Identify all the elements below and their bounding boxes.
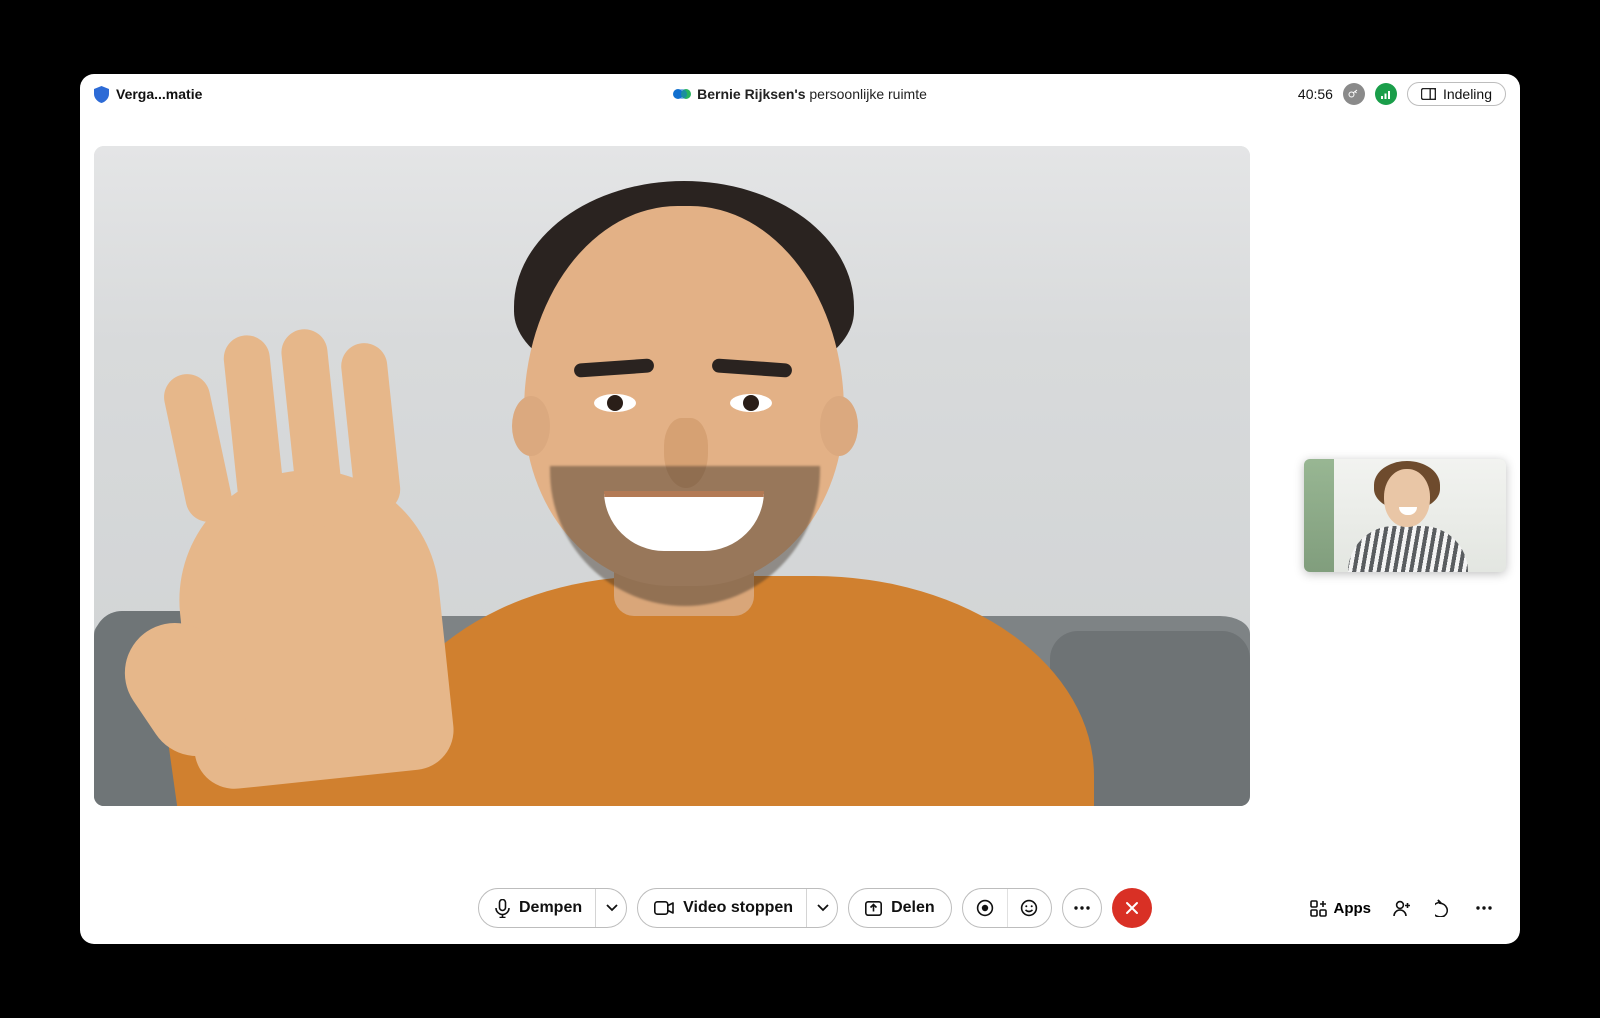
video-stage-area — [80, 114, 1520, 872]
share-screen-icon — [865, 901, 882, 916]
participants-icon — [1393, 900, 1413, 917]
apps-icon — [1310, 900, 1327, 917]
chevron-down-icon — [817, 904, 829, 912]
reactions-button[interactable] — [1007, 889, 1051, 927]
right-controls: Apps — [1310, 899, 1503, 917]
participants-button[interactable] — [1393, 900, 1413, 917]
center-controls: Dempen Video stoppen — [478, 888, 1152, 928]
apps-button[interactable]: Apps — [1310, 900, 1372, 917]
room-title[interactable]: Bernie Rijksen's persoonlijke ruimte — [697, 86, 927, 102]
webex-logo-icon — [673, 87, 691, 101]
layout-button[interactable]: Indeling — [1407, 82, 1506, 106]
top-bar-center: Bernie Rijksen's persoonlijke ruimte — [354, 86, 1246, 102]
record-button[interactable] — [963, 889, 1007, 927]
shield-icon — [94, 86, 109, 103]
record-icon — [976, 899, 994, 917]
room-owner-name: Bernie Rijksen's — [697, 86, 805, 102]
mute-label: Dempen — [519, 899, 582, 917]
video-options-caret[interactable] — [806, 889, 829, 927]
chat-button[interactable] — [1435, 899, 1454, 917]
microphone-icon — [495, 899, 510, 918]
more-horizontal-icon — [1074, 906, 1090, 910]
end-call-button[interactable] — [1112, 888, 1152, 928]
room-suffix: persoonlijke ruimte — [809, 86, 927, 102]
layout-button-label: Indeling — [1443, 86, 1492, 102]
video-label: Video stoppen — [683, 899, 793, 917]
record-reactions-group — [962, 888, 1052, 928]
layout-icon — [1421, 88, 1436, 100]
share-button[interactable]: Delen — [848, 888, 952, 928]
close-icon — [1125, 901, 1139, 915]
panel-more-button[interactable] — [1476, 906, 1492, 910]
meeting-window: Verga...matie Bernie Rijksen's persoonli… — [80, 74, 1520, 944]
main-participant-video[interactable] — [94, 146, 1250, 806]
meeting-timer: 40:56 — [1298, 86, 1333, 102]
camera-icon — [654, 901, 674, 915]
mute-options-caret[interactable] — [595, 889, 618, 927]
self-view-thumbnail[interactable] — [1304, 459, 1506, 572]
more-options-button[interactable] — [1062, 888, 1102, 928]
top-bar: Verga...matie Bernie Rijksen's persoonli… — [80, 74, 1520, 114]
top-bar-right: 40:56 Indeling — [1246, 82, 1506, 106]
encryption-icon[interactable] — [1343, 83, 1365, 105]
network-signal-icon[interactable] — [1375, 83, 1397, 105]
chevron-down-icon — [606, 904, 618, 912]
mute-button[interactable]: Dempen — [478, 888, 627, 928]
video-button[interactable]: Video stoppen — [637, 888, 838, 928]
control-bar: Dempen Video stoppen — [80, 872, 1520, 944]
share-label: Delen — [891, 899, 935, 917]
meeting-info-label[interactable]: Verga...matie — [116, 86, 202, 102]
smile-icon — [1020, 899, 1038, 917]
apps-label: Apps — [1334, 900, 1372, 917]
chat-icon — [1435, 899, 1454, 917]
more-horizontal-icon — [1476, 906, 1492, 910]
top-bar-left: Verga...matie — [94, 86, 354, 103]
